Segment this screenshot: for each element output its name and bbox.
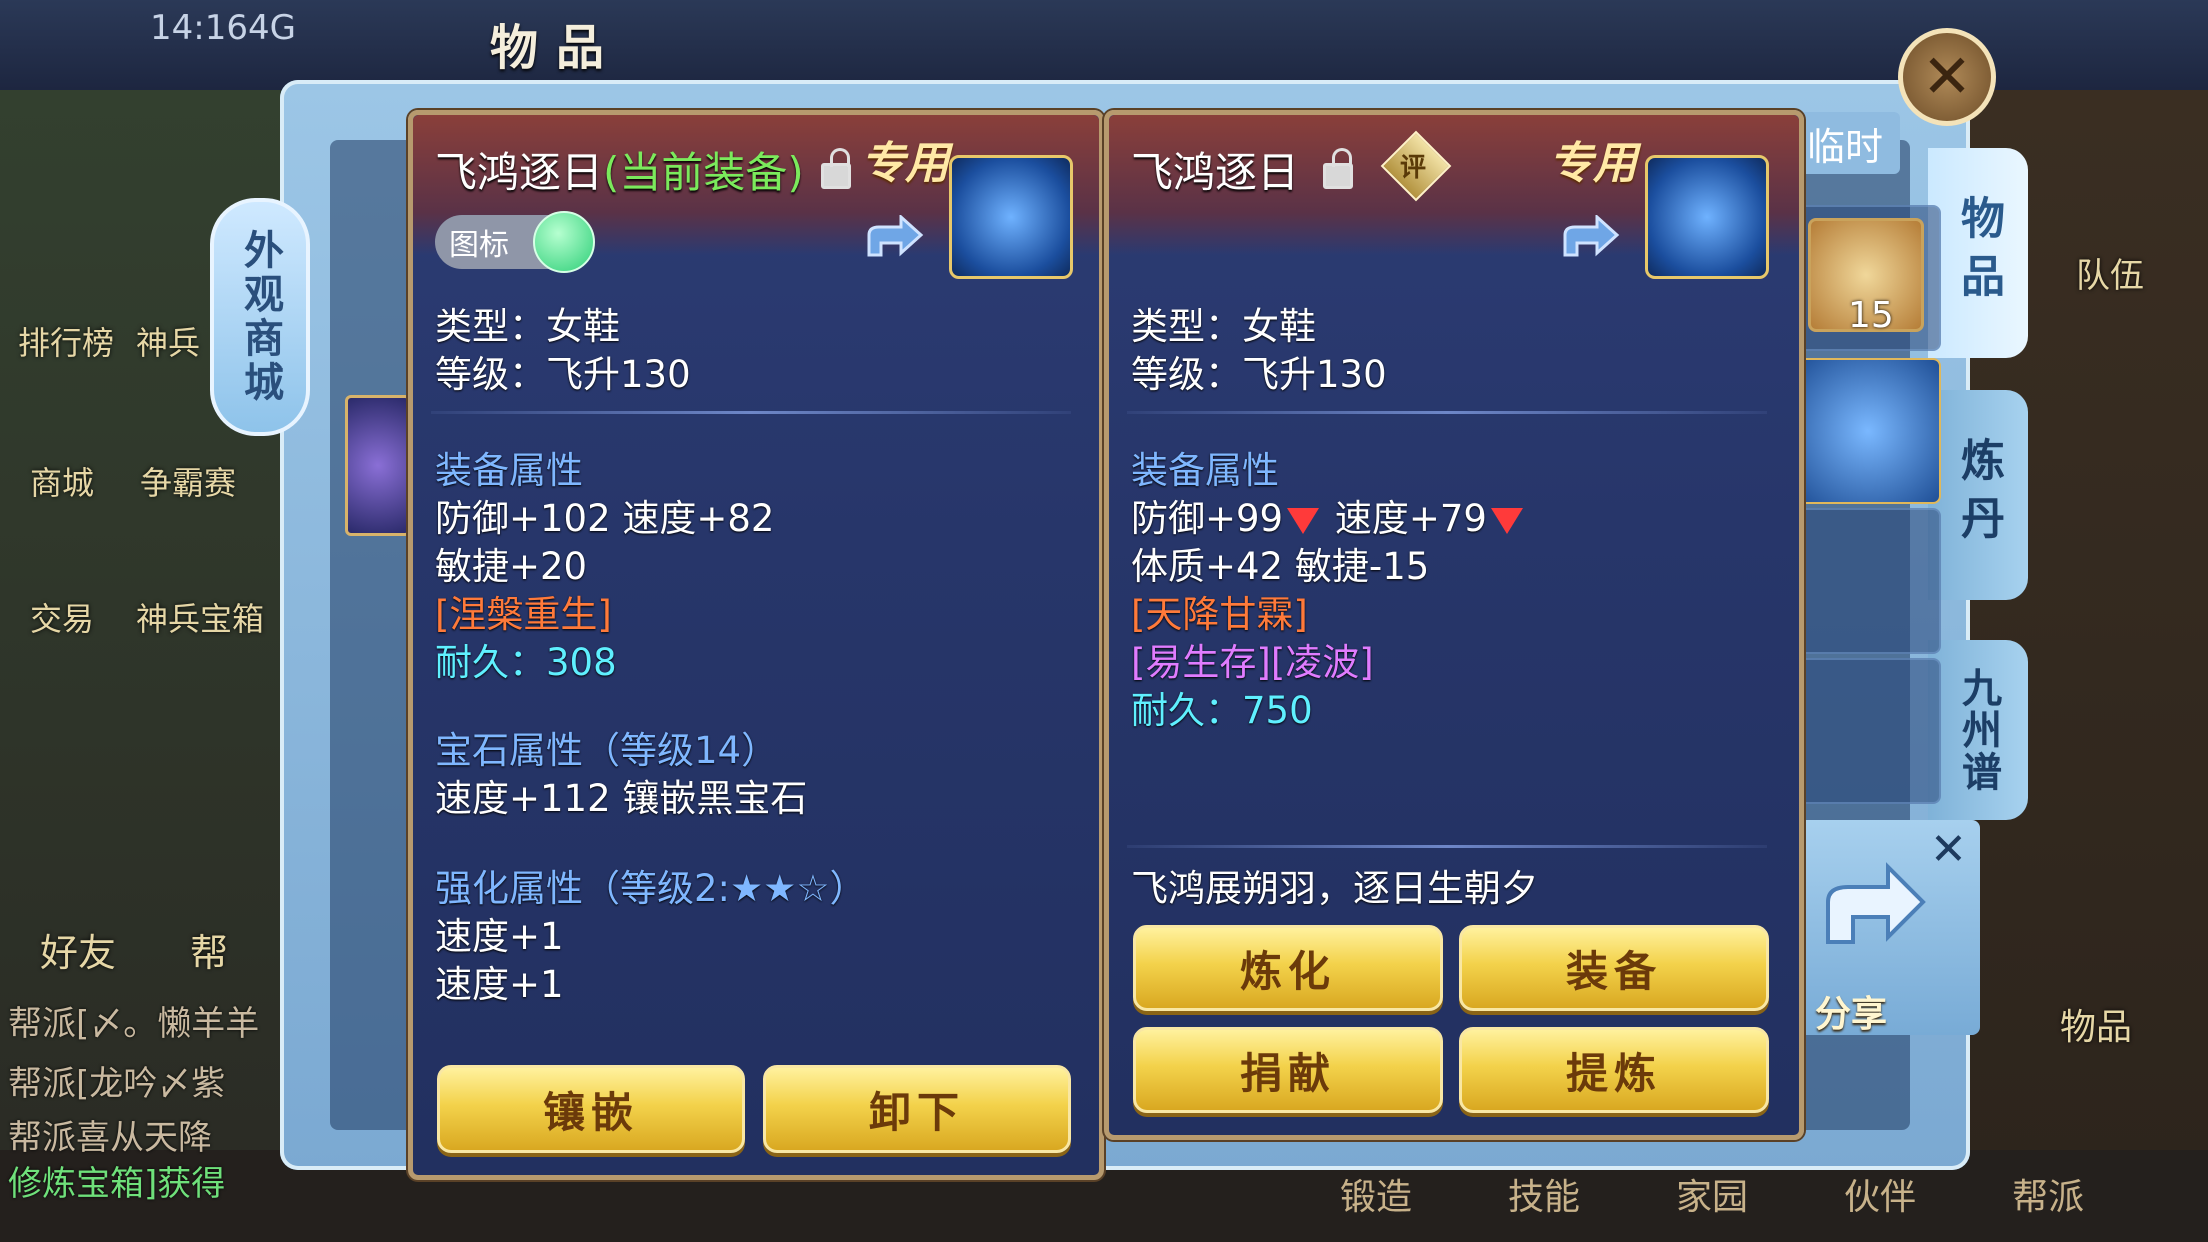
menu-ranking[interactable]: 排行榜 [18, 318, 114, 364]
tab-items[interactable]: 物品 [1928, 148, 2028, 358]
equip-button[interactable]: 装备 [1459, 925, 1769, 1011]
nav-guild[interactable]: 帮派 [2012, 1168, 2084, 1220]
share-label[interactable]: 分享 [1815, 985, 1887, 1037]
item-type: 类型：女鞋 [435, 305, 620, 348]
section-equip-attrs: 装备属性 [435, 449, 583, 492]
attr-line: 敏捷+20 [435, 545, 588, 588]
item-name-text: 飞鸿逐日 [435, 148, 604, 197]
attr-speed: 速度+79 [1334, 497, 1487, 540]
inventory-slot[interactable] [1795, 508, 1941, 654]
equipped-item-tooltip: 飞鸿逐日(当前装备) 专用 图标 类型：女鞋 等级：飞升130 装备属性 防御+… [408, 110, 1104, 1180]
items-shortcut-label[interactable]: 物品 [2060, 998, 2132, 1050]
attr-defense: 防御+99 [1131, 497, 1284, 540]
refine-button[interactable]: 炼化 [1133, 925, 1443, 1011]
close-icon: ✕ [1921, 42, 1973, 112]
compare-item-tooltip: 飞鸿逐日 评 专用 类型：女鞋 等级：飞升130 装备属性 防御+99 速度+7… [1104, 110, 1804, 1140]
item-name: 飞鸿逐日 [1131, 148, 1300, 197]
chat-line: 帮派喜从天降 [8, 1118, 212, 1158]
tab-alchemy[interactable]: 炼丹 [1928, 390, 2028, 600]
menu-tournament[interactable]: 争霸赛 [140, 458, 236, 504]
tab-temporary[interactable]: 临时 [1790, 112, 1900, 174]
appearance-mall-button[interactable]: 外观商城 [210, 198, 310, 436]
item-level: 等级：飞升130 [1131, 353, 1387, 396]
lock-icon[interactable] [1323, 148, 1353, 189]
unequip-button[interactable]: 卸下 [763, 1065, 1071, 1153]
section-enhance-attrs: 强化属性（等级2:★★☆） [435, 867, 867, 910]
chat-line: 帮派[〆。懒羊羊 [8, 1004, 260, 1044]
current-equipped-tag: (当前装备) [603, 148, 804, 197]
menu-guild[interactable]: 帮 [190, 922, 228, 977]
flavor-text: 飞鸿展朔羽，逐日生朝夕 [1131, 867, 1538, 910]
gem-attr-line: 速度+112 镶嵌黑宝石 [435, 777, 808, 820]
nav-partner[interactable]: 伙伴 [1844, 1168, 1916, 1220]
exclusive-tag: 专用 [1549, 138, 1637, 189]
nav-skills[interactable]: 技能 [1508, 1168, 1580, 1220]
boots-item-icon [1645, 155, 1769, 279]
close-button[interactable]: ✕ [1898, 28, 1996, 126]
extract-button[interactable]: 提炼 [1459, 1027, 1769, 1113]
bottom-nav: 锻造 技能 家园 伙伴 帮派 [1340, 1168, 2084, 1220]
panel-title: 物品 [490, 20, 623, 76]
special-effect: [涅槃重生] [435, 593, 612, 636]
rating-badge-label: 评 [1400, 153, 1427, 183]
item-level: 等级：飞升130 [435, 353, 691, 396]
item-type: 类型：女鞋 [1131, 305, 1316, 348]
decrease-arrow-icon [1287, 507, 1320, 534]
divider [431, 411, 1071, 414]
divider [1127, 411, 1767, 414]
section-equip-attrs: 装备属性 [1131, 449, 1279, 492]
tab-jiuzhou-atlas[interactable]: 九州谱 [1928, 640, 2028, 820]
menu-divine-weapon[interactable]: 神兵 [136, 318, 200, 364]
icon-toggle-label: 图标 [449, 228, 509, 263]
attr-line-compare: 防御+99 速度+79 [1131, 495, 1527, 543]
special-effect: [天降甘霖] [1131, 593, 1308, 636]
character-slot[interactable] [345, 395, 411, 536]
decrease-arrow-icon [1490, 507, 1523, 534]
inventory-slot-weapon[interactable] [1795, 358, 1941, 504]
share-icon[interactable] [865, 215, 925, 259]
share-close-icon[interactable]: ✕ [1930, 824, 1967, 875]
exclusive-tag: 专用 [861, 138, 949, 189]
share-arrow-icon[interactable] [1818, 862, 1928, 952]
top-bar-background [0, 0, 2208, 90]
enhance-attr-line: 速度+1 [435, 963, 564, 1006]
menu-mall[interactable]: 商城 [30, 458, 94, 504]
toggle-knob-icon [533, 211, 595, 273]
item-stack-count: 15 [1848, 295, 1894, 336]
attr-line: 体质+42 敏捷-15 [1131, 545, 1430, 588]
section-gem-attrs: 宝石属性（等级14） [435, 729, 779, 772]
menu-weapon-chest[interactable]: 神兵宝箱 [136, 594, 264, 640]
attr-line: 防御+102 速度+82 [435, 497, 775, 540]
chat-line: 帮派[龙吟〆紫 [8, 1064, 226, 1104]
divider [1127, 845, 1767, 848]
nav-forge[interactable]: 锻造 [1340, 1168, 1412, 1220]
team-label[interactable]: 队伍 [2076, 248, 2144, 297]
donate-button[interactable]: 捐献 [1133, 1027, 1443, 1113]
share-icon[interactable] [1561, 215, 1621, 259]
menu-friends[interactable]: 好友 [40, 922, 116, 977]
inventory-slot[interactable] [1795, 658, 1941, 804]
item-name: 飞鸿逐日(当前装备) [435, 139, 804, 200]
boots-item-icon [949, 155, 1073, 279]
enhance-attr-line: 速度+1 [435, 915, 564, 958]
lock-icon[interactable] [821, 148, 851, 189]
inlay-button[interactable]: 镶嵌 [437, 1065, 745, 1153]
durability: 耐久：308 [435, 641, 617, 684]
menu-trade[interactable]: 交易 [30, 594, 94, 640]
special-effect-secondary: [易生存][凌波] [1131, 641, 1374, 684]
durability: 耐久：750 [1131, 689, 1313, 732]
chat-line: 修炼宝箱]获得 [8, 1164, 226, 1204]
status-time: 14:164G [150, 8, 296, 48]
nav-home[interactable]: 家园 [1676, 1168, 1748, 1220]
